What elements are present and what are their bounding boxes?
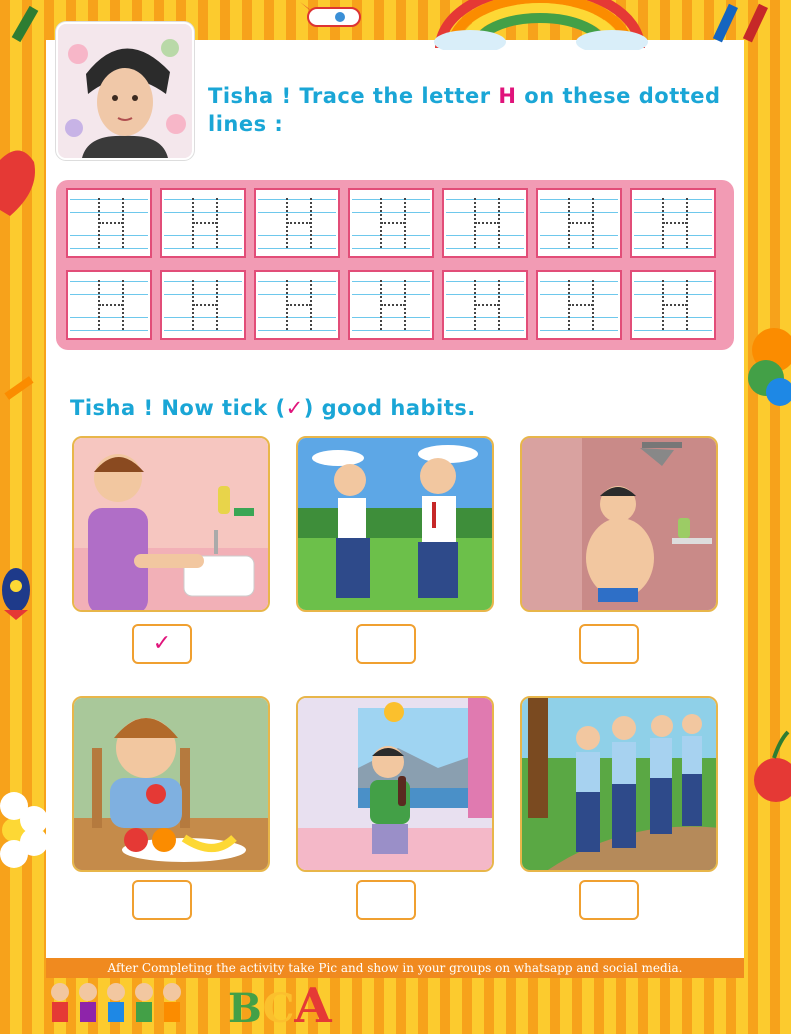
heart-balloon-icon [0,150,35,216]
trace-cell-h[interactable] [254,188,340,258]
trace-cell-h[interactable] [442,188,528,258]
flower-icon [0,792,46,868]
trace-cell-h[interactable] [254,270,340,340]
trace-cell-h[interactable] [536,270,622,340]
footer-note: After Completing the activity take Pic a… [46,958,744,978]
habits-instruction-text: Tisha ! Now tick ( [70,396,286,420]
letter-c: C [262,985,295,1032]
rocket-icon [300,2,361,27]
rocket-side-icon [2,568,30,620]
trace-cell-h[interactable] [348,270,434,340]
kids-illustration [51,983,181,1022]
student-photo [56,22,194,160]
habit-picture-eating-fruit [72,696,270,872]
trace-cell-h[interactable] [66,188,152,258]
habit-picture-bathing [520,436,718,612]
habit-picture-fighting [296,436,494,612]
trace-cell-h[interactable] [348,188,434,258]
child-portrait [58,24,192,158]
trace-instruction-text: Tisha ! Trace the letter [208,84,499,108]
habit-picture-walking-to-school [520,696,718,872]
tick-box-bathing[interactable] [579,624,639,664]
decorative-letters: BCA [228,978,332,1034]
rainbow-icon [434,0,648,50]
habit-picture-drinking-soda [296,696,494,872]
trace-cell-h[interactable] [160,188,246,258]
tick-box-walking-to-school[interactable] [579,880,639,920]
pencil-icon [4,376,34,400]
tick-box-eating-fruit[interactable] [132,880,192,920]
apple-icon [754,730,791,802]
trace-cell-h[interactable] [536,188,622,258]
trace-instruction: Tisha ! Trace the letter H on these dott… [208,82,728,138]
trace-cell-h[interactable] [442,270,528,340]
tick-box-drinking-soda[interactable] [356,880,416,920]
trace-cell-h[interactable] [66,270,152,340]
habits-instruction: Tisha ! Now tick (✓) good habits. [70,396,476,420]
tick-box-washing-hands[interactable]: ✓ [132,624,192,664]
letter-a: A [294,978,332,1034]
habits-instruction-text-end: ) good habits. [303,396,476,420]
trace-letter-highlight: H [498,84,517,108]
trace-cell-h[interactable] [630,188,716,258]
tick-mark-icon: ✓ [285,396,304,420]
tick-box-fighting[interactable] [356,624,416,664]
tracing-grid [56,180,734,350]
letter-b: B [228,985,263,1032]
trace-cell-h[interactable] [630,270,716,340]
trace-cell-h[interactable] [160,270,246,340]
habit-picture-washing-hands [72,436,270,612]
balloons-icon [748,328,791,406]
